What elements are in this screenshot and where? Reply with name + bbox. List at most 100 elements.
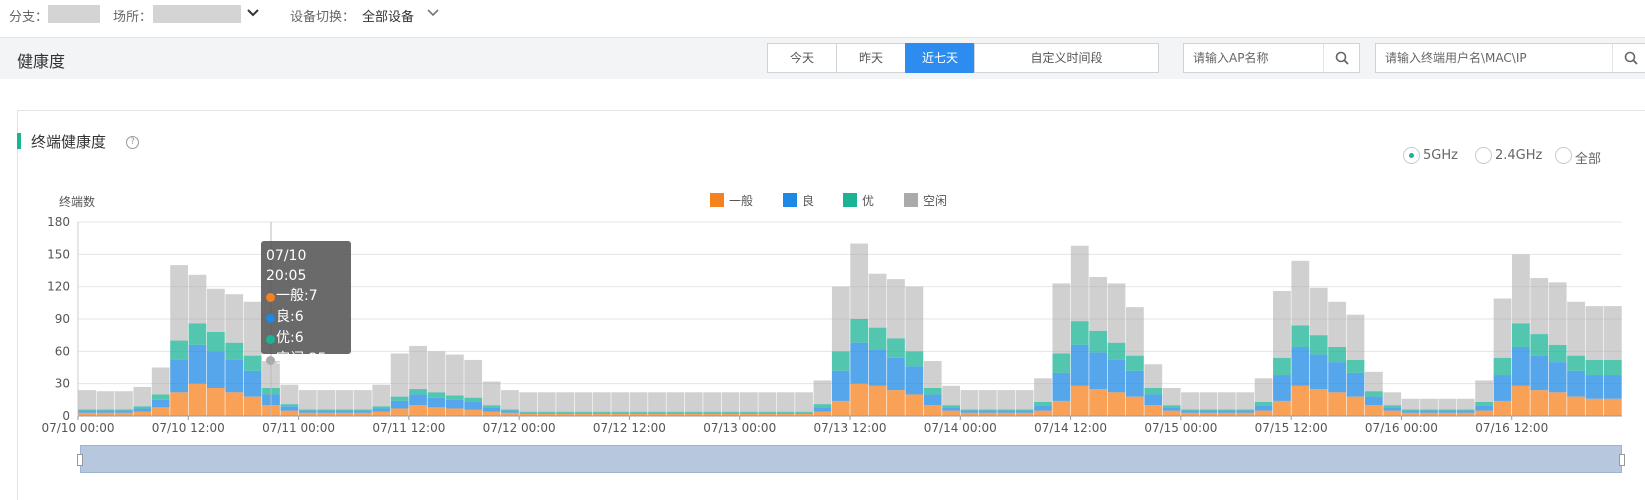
bar-segment [225,342,244,360]
bar-segment [96,412,115,416]
tooltip-row-label: 优:6 [276,330,304,346]
bar-segment [1585,398,1604,416]
bar-segment [427,397,446,408]
bar-segment [629,392,648,412]
tooltip-row-idle: 空闲:25 [266,349,346,370]
bar-segment [1603,398,1622,416]
bar-segment [335,410,354,413]
bar-segment [1364,405,1383,416]
bar-segment [923,405,942,416]
bar-segment [519,412,538,414]
bar-segment [592,412,611,414]
bar-segment [1291,260,1310,326]
tooltip-row-general: 一般:7 [266,286,346,307]
bar-segment [721,411,740,413]
bar-segment [1034,405,1052,411]
bar-segment [666,412,685,414]
bar-segment [721,392,740,412]
bar-segment [372,411,391,416]
bar-segment [1162,387,1181,406]
bar-segment [1236,409,1255,411]
bar-segment [482,381,501,406]
bar-segment [170,359,188,393]
chart-tooltip: 07/10 20:05 一般:7 良:6 优:6 空闲:25 [261,241,351,367]
bar-segment [1144,394,1163,406]
bar-segment [78,410,97,413]
bar-segment [1585,306,1604,360]
bar-segment [96,409,115,411]
bar-segment [960,390,979,410]
bar-segment [1070,344,1089,386]
bar-segment [317,390,336,410]
x-tick-label: 07/16 12:00 [1475,421,1548,435]
zoom-slider[interactable] [77,445,1625,473]
bar-segment [629,413,648,416]
tooltip-row-good: 良:6 [266,307,346,328]
bar-segment [1089,330,1108,353]
bar-segment [1438,398,1457,410]
bar-segment [1107,283,1126,343]
bar-segment [335,390,354,410]
bar-segment [574,413,593,416]
bar-segment [1217,412,1236,416]
bar-segment [813,411,832,416]
bar-segment [537,411,556,413]
bar-segment [942,410,960,416]
y-tick-label: 180 [47,215,70,229]
bar-segment [978,410,997,413]
y-tick-label: 90 [55,312,70,326]
bar-segment [978,412,997,416]
bar-segment [1603,375,1622,399]
bar-segment [556,413,574,416]
zoom-handle-right[interactable] [1619,454,1625,466]
bar-segment [776,412,795,414]
bar-segment [78,409,97,411]
bar-segment [1438,412,1457,416]
bar-segment [703,412,722,414]
terminal-health-chart: 030609012015018007/10 00:00 07/10 12:00 07… [42,215,1622,435]
bar-segment [1493,357,1512,376]
tooltip-dot [266,314,275,323]
bar-segment [188,323,207,345]
bar-segment [1089,276,1108,331]
bar-segment [997,410,1016,413]
bar-segment [1548,344,1567,363]
bar-segment [684,392,703,412]
bar-segment [1475,410,1494,416]
bar-segment [740,411,758,413]
bar-segment [850,319,869,343]
x-tick-label: 07/10 00:00 [42,421,115,435]
bar-segment [1107,342,1126,360]
bar-segment [1199,409,1218,411]
bar-segment [1309,389,1328,416]
bar-segment [887,279,905,339]
bar-segment [629,411,648,413]
bar-segment [1034,401,1052,406]
bar-segment [298,412,317,416]
bar-segment [795,412,813,414]
bar-segment [445,399,464,409]
bar-segment [78,390,97,410]
y-tick-label: 30 [55,377,70,391]
bar-segment [1475,380,1494,402]
bar-segment [1181,392,1199,410]
bar-segment [648,412,666,414]
x-tick-label: 07/15 12:00 [1255,421,1328,435]
bar-segment [850,243,869,319]
bar-segment [1328,347,1346,363]
bar-segment [133,408,152,412]
bar-segment [905,366,924,395]
zoom-handle-left[interactable] [77,454,83,466]
bar-segment [317,409,336,411]
bar-segment [206,288,225,332]
bar-segment [776,411,795,413]
bar-segment [923,387,942,395]
bar-segment [519,411,538,413]
bar-segment [1475,401,1494,406]
bar-segment [556,412,574,414]
bar-segment [170,265,188,341]
bar-segment [225,294,244,343]
bar-segment [795,413,813,416]
bar-segment [96,391,115,410]
bar-segment [703,413,722,416]
